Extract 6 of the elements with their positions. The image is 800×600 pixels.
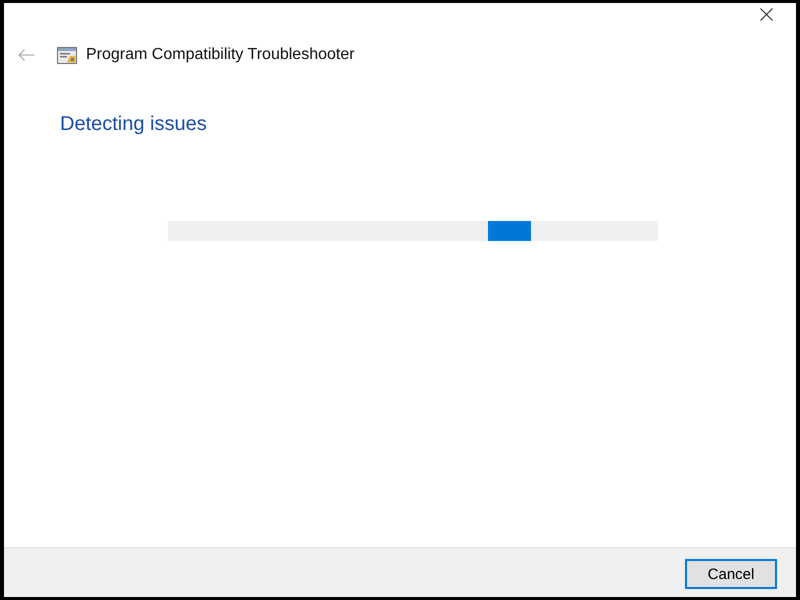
window-title: Program Compatibility Troubleshooter (86, 46, 355, 64)
program-window-icon (57, 46, 77, 64)
close-icon (760, 8, 772, 20)
cancel-button[interactable]: Cancel (685, 559, 777, 589)
back-arrow-icon (18, 49, 34, 61)
page-heading: Detecting issues (60, 112, 208, 137)
